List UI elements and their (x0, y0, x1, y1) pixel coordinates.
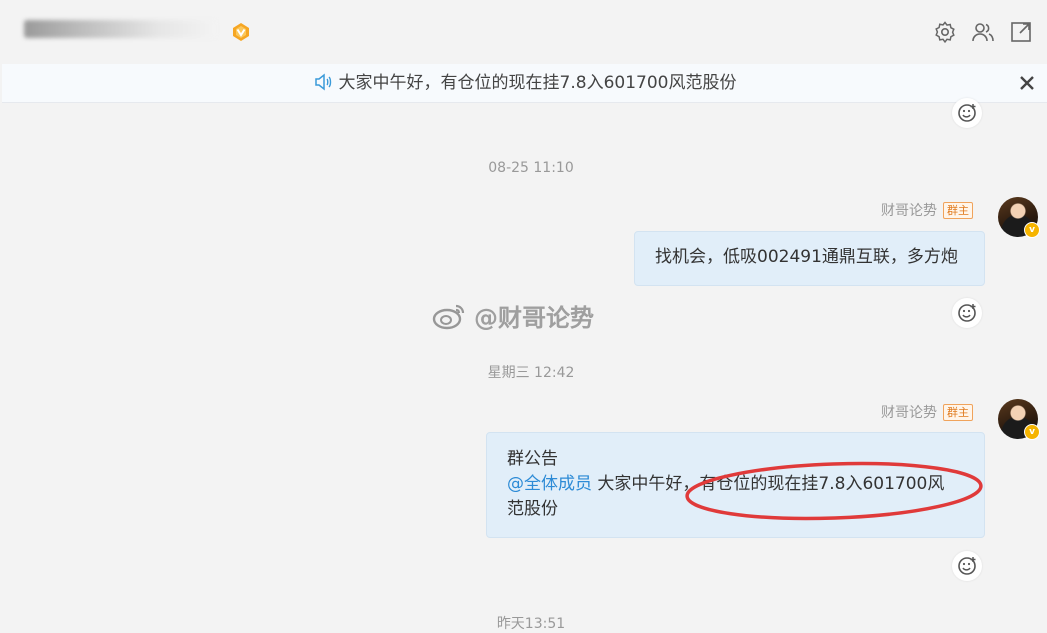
react-emoji-button[interactable] (952, 298, 982, 328)
speaker-icon (314, 73, 331, 91)
vip-diamond-icon (233, 23, 249, 41)
announcement-title: 群公告 (507, 449, 558, 469)
group-announcement-banner[interactable]: 大家中午好，有仓位的现在挂7.8入601700风范股份 (2, 64, 1047, 103)
smiley-plus-icon (958, 304, 976, 322)
weibo-logo-icon (432, 304, 465, 329)
sender-line: 财哥论势 群主 (881, 402, 973, 422)
message-timestamp: 08-25 11:10 (488, 160, 574, 176)
window-header (0, 0, 1047, 64)
role-badge: 群主 (943, 201, 973, 219)
react-emoji-button[interactable] (952, 98, 982, 128)
smiley-plus-icon (958, 104, 976, 122)
gear-icon[interactable] (933, 20, 957, 44)
mention-all-link[interactable]: @全体成员 (507, 474, 592, 494)
group-title-blurred (24, 20, 216, 38)
message-timestamp: 星期三 12:42 (487, 365, 575, 381)
react-emoji-button[interactable] (952, 551, 982, 581)
sender-line: 财哥论势 群主 (881, 200, 973, 220)
avatar[interactable]: v (998, 197, 1040, 238)
weibo-watermark: @财哥论势 (432, 298, 594, 333)
announcement-bubble[interactable]: 群公告 @全体成员 大家中午好，有仓位的现在挂7.8入601700风 范股份 (486, 432, 985, 538)
avatar[interactable]: v (998, 399, 1040, 440)
verified-icon: v (1024, 424, 1040, 440)
popout-icon[interactable] (1009, 20, 1033, 44)
smiley-plus-icon (958, 557, 976, 575)
sender-name: 财哥论势 (881, 203, 937, 219)
message-bubble[interactable]: 找机会，低吸002491通鼎互联，多方炮 (634, 231, 985, 286)
sender-name: 财哥论势 (881, 405, 937, 421)
message-list[interactable]: 08-25 11:10 财哥论势 群主 v 找机会，低吸002491通鼎互联，多… (0, 98, 1047, 632)
message-text: 找机会，低吸002491通鼎互联，多方炮 (655, 247, 958, 267)
verified-icon: v (1024, 222, 1040, 238)
announcement-body-cont: 范股份 (507, 499, 558, 519)
announcement-body: 大家中午好，有仓位的现在挂7.8入601700风 (592, 474, 945, 494)
close-icon[interactable] (1017, 73, 1037, 93)
watermark-text: @财哥论势 (474, 304, 594, 332)
members-icon[interactable] (971, 20, 995, 44)
message-timestamp: 昨天13:51 (496, 616, 566, 632)
role-badge: 群主 (943, 403, 973, 421)
announcement-text: 大家中午好，有仓位的现在挂7.8入601700风范股份 (338, 73, 737, 93)
